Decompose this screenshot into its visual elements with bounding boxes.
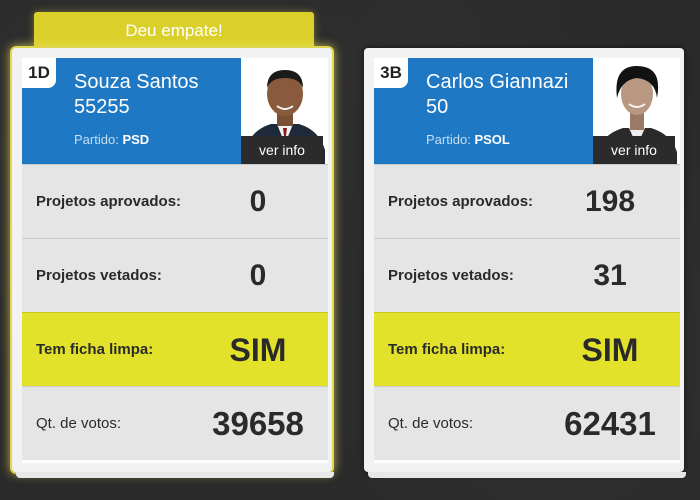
clean-record-value: SIM	[581, 332, 639, 368]
candidate-code-badge: 1D	[22, 58, 56, 88]
projects-approved-row: Projetos aprovados: 198	[374, 164, 680, 238]
candidate-number: 50	[426, 96, 449, 118]
tie-banner: Deu empate!	[34, 12, 314, 50]
ver-info-button[interactable]: ver info	[241, 136, 323, 164]
votes-value: 39658	[212, 405, 304, 442]
card-stack-shadow	[368, 472, 686, 478]
party-value: PSOL	[474, 132, 510, 147]
party-label: Partido:	[74, 132, 119, 147]
candidate-card-2: 3B Carlos Giannazi 50 Partido: PSOL ver …	[364, 48, 686, 478]
clean-record-value: SIM	[229, 332, 287, 368]
candidate-code-badge: 3B	[374, 58, 408, 88]
candidate-card-body: 1D Souza Santos 55255 Partido: PSD ver i…	[22, 58, 328, 463]
projects-approved-value: 0	[249, 185, 267, 218]
ver-info-button[interactable]: ver info	[593, 136, 675, 164]
candidate-header: 3B Carlos Giannazi 50 Partido: PSOL ver …	[374, 58, 680, 164]
candidate-name: Souza Santos	[74, 71, 199, 93]
clean-record-label: Tem ficha limpa:	[388, 341, 506, 358]
candidate-card-body: 3B Carlos Giannazi 50 Partido: PSOL ver …	[374, 58, 680, 463]
votes-row: Qt. de votos: 62431	[374, 386, 680, 460]
clean-record-row: Tem ficha limpa: SIM	[22, 312, 328, 386]
candidate-number: 55255	[74, 96, 130, 118]
projects-approved-value: 198	[584, 185, 636, 218]
candidate-party: Partido: PSOL	[426, 132, 510, 147]
votes-row: Qt. de votos: 39658	[22, 386, 328, 460]
projects-vetoed-row: Projetos vetados: 31	[374, 238, 680, 312]
candidate-header: 1D Souza Santos 55255 Partido: PSD ver i…	[22, 58, 328, 164]
clean-record-row: Tem ficha limpa: SIM	[374, 312, 680, 386]
candidate-card-1: 1D Souza Santos 55255 Partido: PSD ver i…	[12, 48, 334, 478]
clean-record-label: Tem ficha limpa:	[36, 341, 154, 358]
candidate-header-panel: 3B Carlos Giannazi 50 Partido: PSOL	[374, 58, 593, 164]
projects-approved-row: Projetos aprovados: 0	[22, 164, 328, 238]
projects-vetoed-label: Projetos vetados:	[388, 267, 514, 284]
projects-vetoed-value: 0	[249, 259, 267, 292]
candidate-party: Partido: PSD	[74, 132, 149, 147]
votes-value: 62431	[564, 405, 656, 442]
projects-vetoed-value: 31	[593, 259, 627, 292]
card-stack-shadow	[16, 472, 334, 478]
projects-vetoed-label: Projetos vetados:	[36, 267, 162, 284]
candidate-header-panel: 1D Souza Santos 55255 Partido: PSD	[22, 58, 241, 164]
projects-approved-label: Projetos aprovados:	[388, 193, 534, 210]
votes-label: Qt. de votos:	[36, 415, 122, 432]
candidate-name: Carlos Giannazi	[426, 71, 569, 93]
projects-vetoed-row: Projetos vetados: 0	[22, 238, 328, 312]
party-value: PSD	[122, 132, 150, 147]
votes-label: Qt. de votos:	[388, 415, 474, 432]
party-label: Partido:	[426, 132, 471, 147]
projects-approved-label: Projetos aprovados:	[36, 193, 182, 210]
